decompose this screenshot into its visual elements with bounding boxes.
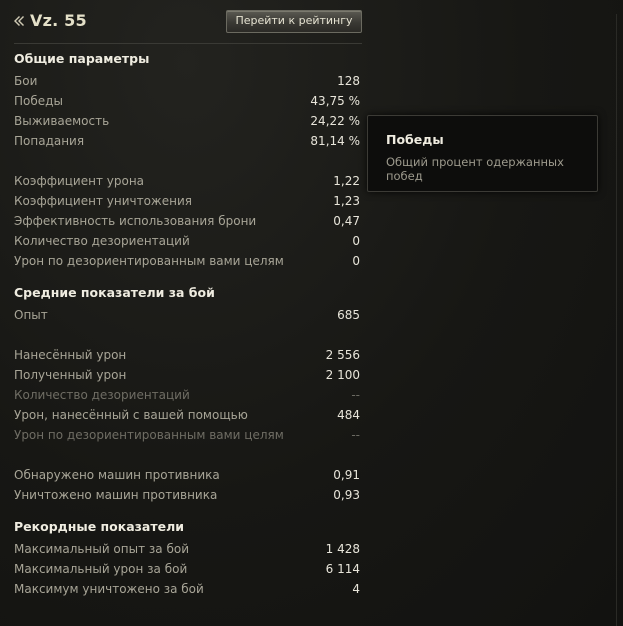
stat-value: -- — [351, 428, 360, 442]
stat-value: 6 114 — [325, 562, 360, 576]
stat-label: Количество дезориентаций — [14, 388, 190, 402]
stat-row-hits: Попадания 81,14 % — [14, 132, 360, 150]
section-title-general: Общие параметры — [14, 51, 150, 66]
stat-row-stun-count: Количество дезориентаций 0 — [14, 232, 360, 250]
stat-value: 128 — [337, 74, 360, 88]
tank-name: Vz. 55 — [30, 11, 87, 30]
stat-row-armor-efficiency: Эффективность использования брони 0,47 — [14, 212, 360, 230]
stat-label: Обнаружено машин противника — [14, 468, 220, 482]
stat-label: Урон, нанесённый с вашей помощью — [14, 408, 248, 422]
stat-value: 0 — [352, 234, 360, 248]
stat-row-battles: Бои 128 — [14, 72, 360, 90]
stat-label: Попадания — [14, 134, 85, 148]
stat-label: Эффективность использования брони — [14, 214, 257, 228]
tooltip-text: Общий процент одержанных побед — [386, 155, 564, 183]
stat-row-stun-damage: Урон по дезориентированным вами целям 0 — [14, 252, 360, 270]
stat-value: 81,14 % — [310, 134, 360, 148]
stat-label: Максимальный урон за бой — [14, 562, 188, 576]
stat-label: Победы — [14, 94, 63, 108]
section-title-average: Средние показатели за бой — [14, 285, 215, 300]
stat-value: 1 428 — [325, 542, 360, 556]
stat-value: -- — [351, 388, 360, 402]
stat-value: 43,75 % — [310, 94, 360, 108]
section-title-records: Рекордные показатели — [14, 519, 185, 534]
stat-value: 0,93 — [333, 488, 360, 502]
stat-row-destruction-ratio: Коэффициент уничтожения 1,23 — [14, 192, 360, 210]
stat-label: Максимальный опыт за бой — [14, 542, 189, 556]
stat-label: Урон по дезориентированным вами целям — [14, 254, 284, 268]
stat-row-max-destroyed: Максимум уничтожено за бой 4 — [14, 580, 360, 598]
stat-value: 0,47 — [333, 214, 360, 228]
stat-label: Максимум уничтожено за бой — [14, 582, 204, 596]
stat-value: 484 — [337, 408, 360, 422]
stat-label: Урон по дезориентированным вами целям — [14, 428, 284, 442]
stat-row-victories[interactable]: Победы 43,75 % — [14, 92, 360, 110]
stat-label: Количество дезориентаций — [14, 234, 190, 248]
stat-value: 24,22 % — [310, 114, 360, 128]
stat-row-avg-spotted: Обнаружено машин противника 0,91 — [14, 466, 360, 484]
stat-value: 2 556 — [325, 348, 360, 362]
header-divider — [14, 43, 362, 44]
stat-row-max-experience: Максимальный опыт за бой 1 428 — [14, 540, 360, 558]
stat-value: 4 — [352, 582, 360, 596]
stat-row-avg-damage-received: Полученный урон 2 100 — [14, 366, 360, 384]
stat-row-avg-stun-damage: Урон по дезориентированным вами целям -- — [14, 426, 360, 444]
stat-label: Коэффициент урона — [14, 174, 145, 188]
stat-value: 2 100 — [325, 368, 360, 382]
victories-tooltip: Победы Общий процент одержанных побед — [367, 115, 598, 192]
stat-label: Полученный урон — [14, 368, 127, 382]
stat-value: 685 — [337, 308, 360, 322]
stat-label: Уничтожено машин противника — [14, 488, 218, 502]
stat-value: 0,91 — [333, 468, 360, 482]
stat-row-survival: Выживаемость 24,22 % — [14, 112, 360, 130]
go-to-rating-button[interactable]: Перейти к рейтингу — [226, 10, 362, 33]
stat-row-avg-destroyed: Уничтожено машин противника 0,93 — [14, 486, 360, 504]
stat-value: 1,23 — [333, 194, 360, 208]
tooltip-title: Победы — [386, 132, 444, 147]
stat-row-damage-ratio: Коэффициент урона 1,22 — [14, 172, 360, 190]
stat-row-avg-assisted-damage: Урон, нанесённый с вашей помощью 484 — [14, 406, 360, 424]
stat-label: Коэффициент уничтожения — [14, 194, 192, 208]
stat-value: 1,22 — [333, 174, 360, 188]
stat-label: Нанесённый урон — [14, 348, 127, 362]
vehicle-header: Vz. 55 Перейти к рейтингу — [14, 10, 362, 34]
stat-value: 0 — [352, 254, 360, 268]
stat-label: Выживаемость — [14, 114, 110, 128]
stat-label: Бои — [14, 74, 38, 88]
double-chevron-icon — [14, 16, 24, 26]
stat-row-avg-damage-dealt: Нанесённый урон 2 556 — [14, 346, 360, 364]
stat-label: Опыт — [14, 308, 48, 322]
stat-row-max-damage: Максимальный урон за бой 6 114 — [14, 560, 360, 578]
stat-row-avg-stun-count: Количество дезориентаций -- — [14, 386, 360, 404]
stat-row-avg-experience: Опыт 685 — [14, 306, 360, 324]
